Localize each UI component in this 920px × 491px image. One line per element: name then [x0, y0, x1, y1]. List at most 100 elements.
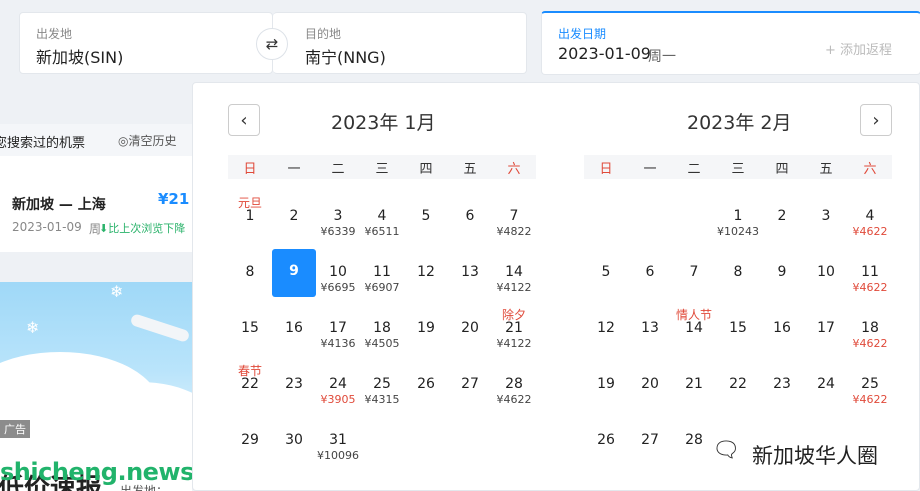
calendar-day[interactable]: 18 ¥4505: [360, 305, 404, 353]
day-number: 25: [373, 376, 391, 392]
calendar-day[interactable]: 19: [404, 305, 448, 353]
calendar-day[interactable]: 20: [628, 361, 672, 409]
history-route[interactable]: 新加坡 — 上海: [12, 194, 106, 214]
calendar-day[interactable]: 1 ¥10243: [716, 193, 760, 241]
calendar-day[interactable]: 15: [228, 305, 272, 353]
snowflake-icon: ❄: [26, 318, 40, 337]
calendar-day[interactable]: 情人节 14: [672, 305, 716, 353]
calendar-day[interactable]: 5: [584, 249, 628, 297]
calendar-day[interactable]: 18 ¥4622: [848, 305, 892, 353]
snowflake-icon: ❄: [110, 282, 124, 301]
calendar-day[interactable]: 6: [628, 249, 672, 297]
weekday-label: 二: [687, 162, 701, 177]
day-number: 22: [241, 376, 259, 392]
weekday-header: 日一二三四五六: [584, 155, 892, 179]
day-number: 20: [641, 376, 659, 392]
day-number: 31: [329, 432, 347, 448]
calendar-day[interactable]: 26: [404, 361, 448, 409]
day-number: 27: [461, 376, 479, 392]
calendar-day[interactable]: 11 ¥6907: [360, 249, 404, 297]
calendar-day[interactable]: 8: [228, 249, 272, 297]
calendar-day[interactable]: 19: [584, 361, 628, 409]
calendar-day[interactable]: 15: [716, 305, 760, 353]
calendar-day[interactable]: 春节 22: [228, 361, 272, 409]
calendar-day[interactable]: 31 ¥10096: [316, 417, 360, 465]
calendar-day[interactable]: 27: [628, 417, 672, 465]
banner-ad[interactable]: ❄ ❄ ❄: [0, 282, 192, 442]
day-number: 28: [685, 432, 703, 448]
departure-date-label: 出发日期: [558, 27, 607, 41]
calendar-day[interactable]: 28 ¥4622: [492, 361, 536, 409]
calendar-day[interactable]: 25 ¥4622: [848, 361, 892, 409]
day-number: 13: [461, 264, 479, 280]
day-number: 26: [417, 376, 435, 392]
day-number: 18: [861, 320, 879, 336]
calendar-day[interactable]: 29: [228, 417, 272, 465]
departure-label: 出发地: [36, 27, 73, 41]
watermark-right-text: 新加坡华人圈: [752, 444, 878, 468]
day-number: 2: [777, 208, 787, 224]
day-price: ¥4122: [496, 337, 532, 350]
weekday-label: 六: [507, 162, 521, 177]
day-number: 11: [861, 264, 879, 280]
day-number: 24: [817, 376, 835, 392]
destination-label: 目的地: [305, 27, 342, 41]
calendar-day[interactable]: 13: [628, 305, 672, 353]
day-number: 25: [861, 376, 879, 392]
next-month-button[interactable]: ›: [860, 104, 892, 136]
day-number: 3: [333, 208, 343, 224]
departure-weekday: 周一: [648, 49, 676, 65]
day-number: 15: [729, 320, 747, 336]
day-number: 11: [373, 264, 391, 280]
prev-month-button[interactable]: ‹: [228, 104, 260, 136]
calendar-day[interactable]: 7 ¥4822: [492, 193, 536, 241]
calendar-day[interactable]: 28: [672, 417, 716, 465]
calendar-day[interactable]: 4 ¥6511: [360, 193, 404, 241]
destination-field[interactable]: 目的地 南宁(NNG): [273, 12, 527, 74]
departure-field[interactable]: 出发地 新加坡(SIN): [19, 12, 273, 74]
calendar-day[interactable]: 23: [760, 361, 804, 409]
calendar-day[interactable]: 4 ¥4622: [848, 193, 892, 241]
calendar-day[interactable]: 14 ¥4122: [492, 249, 536, 297]
history-title: 您搜索过的机票: [0, 136, 86, 151]
calendar-day[interactable]: 26: [584, 417, 628, 465]
day-number: 22: [729, 376, 747, 392]
day-number: 3: [821, 208, 831, 224]
clear-history-button[interactable]: ◎清空历史: [118, 132, 176, 149]
day-price: ¥4622: [852, 393, 888, 406]
calendar-day[interactable]: 元旦 1: [228, 193, 272, 241]
swap-icon[interactable]: ⇄: [256, 28, 288, 60]
day-number: 26: [597, 432, 615, 448]
calendar-day[interactable]: 21: [672, 361, 716, 409]
day-number: 6: [645, 264, 655, 280]
history-header: 您搜索过的机票 ◎清空历史: [0, 124, 192, 156]
calendar-day[interactable]: 7: [672, 249, 716, 297]
day-number: 8: [733, 264, 743, 280]
calendar-day[interactable]: 12: [584, 305, 628, 353]
weekday-label: 日: [599, 162, 613, 177]
history-price: ¥21: [158, 190, 190, 208]
calendar-day[interactable]: 5: [404, 193, 448, 241]
calendar-day[interactable]: 11 ¥4622: [848, 249, 892, 297]
calendar-day[interactable]: 8: [716, 249, 760, 297]
snowflake-icon: ❄: [4, 362, 18, 381]
calendar-day[interactable]: 22: [716, 361, 760, 409]
day-number: 21: [685, 376, 703, 392]
calendar-day[interactable]: 除夕 21 ¥4122: [492, 305, 536, 353]
weekday-label: 四: [775, 162, 789, 177]
history-date: 2023-01-09: [12, 220, 82, 234]
calendar-day[interactable]: 25 ¥4315: [360, 361, 404, 409]
weekday-label: 四: [419, 162, 433, 177]
day-price: ¥4622: [852, 337, 888, 350]
weekday-header: 日一二三四五六: [228, 155, 536, 179]
add-return-button[interactable]: + 添加返程: [825, 39, 892, 58]
calendar-day[interactable]: 16: [760, 305, 804, 353]
calendar-day[interactable]: 12: [404, 249, 448, 297]
day-number: 10: [817, 264, 835, 280]
calendar-day[interactable]: 2: [760, 193, 804, 241]
watermark-right: 🗨 新加坡华人圈: [712, 438, 912, 468]
search-history-panel: 您搜索过的机票 ◎清空历史 新加坡 — 上海 ¥21 2023-01-09 周 …: [0, 124, 192, 252]
weekday-label: 三: [375, 162, 389, 177]
departure-date-field[interactable]: 出发日期 2023-01-09 周一 + 添加返程: [541, 11, 920, 75]
calendar-day[interactable]: 9: [760, 249, 804, 297]
